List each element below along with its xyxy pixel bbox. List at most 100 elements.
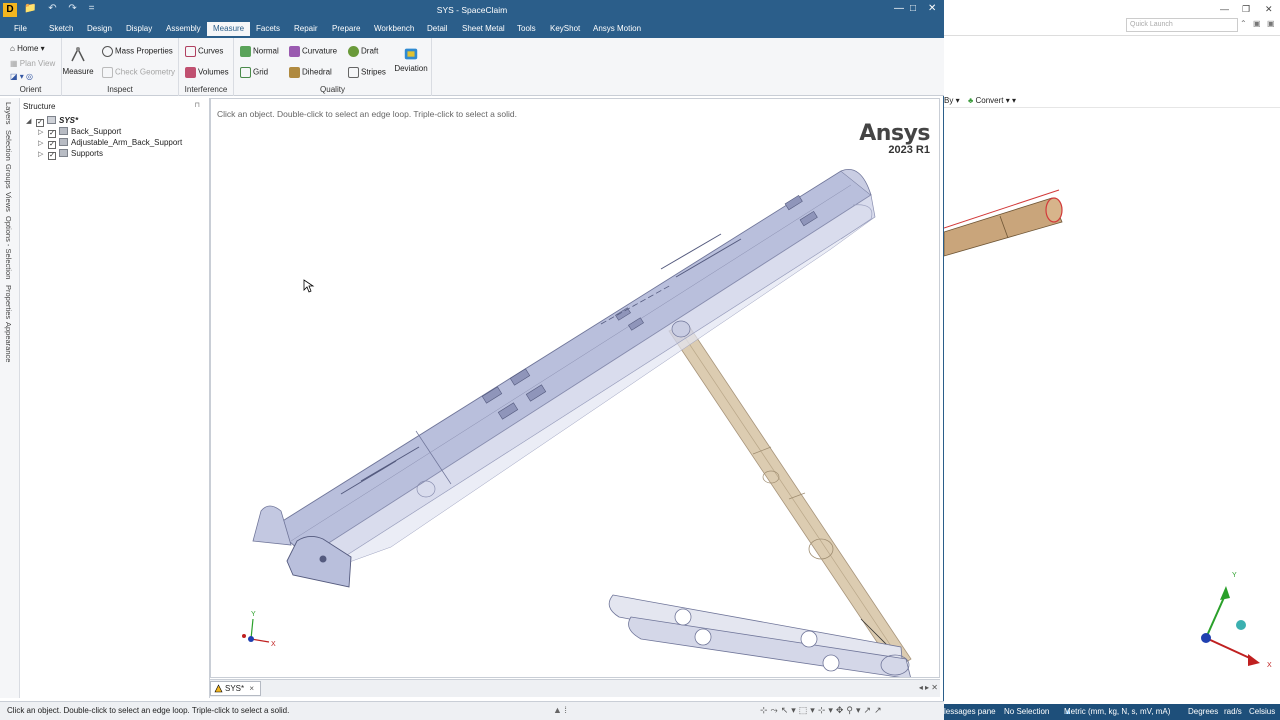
- close-icon[interactable]: ✕: [928, 3, 936, 14]
- volumes-icon: [185, 67, 196, 78]
- curves-button[interactable]: Curves: [185, 46, 223, 57]
- model-render[interactable]: Y X: [211, 99, 940, 678]
- convert-icon: ♣: [968, 96, 974, 105]
- tree-item-adjustable-arm[interactable]: ▷ ✓ Adjustable_Arm_Back_Support: [38, 137, 182, 149]
- tab-keyshot[interactable]: KeyShot: [550, 24, 580, 33]
- normal-label: Normal: [253, 46, 279, 56]
- tab-views[interactable]: Views: [4, 192, 13, 212]
- home-label: Home: [17, 44, 39, 53]
- minimize-icon[interactable]: —: [1220, 4, 1229, 14]
- messages-pane-link[interactable]: lessages pane: [944, 704, 996, 720]
- draft-button[interactable]: Draft: [348, 46, 378, 57]
- tab-repair[interactable]: Repair: [294, 24, 318, 33]
- component-icon: [59, 149, 68, 157]
- by-label[interactable]: By ▾: [944, 96, 960, 105]
- document-tab-label: SYS*: [225, 684, 245, 693]
- tab-detail[interactable]: Detail: [427, 24, 447, 33]
- pin-icon[interactable]: ⊓: [195, 101, 200, 109]
- tab-layers[interactable]: Layers: [4, 102, 13, 125]
- tab-display[interactable]: Display: [126, 24, 152, 33]
- tree-root-sys[interactable]: ◢ ✓ SYS*: [26, 115, 78, 127]
- tab-navigation[interactable]: ◂ ▸ ✕: [919, 683, 938, 692]
- window-title: SYS - SpaceClaim: [436, 5, 508, 15]
- grid-button[interactable]: Grid: [240, 67, 268, 78]
- tab-selection[interactable]: Selection: [4, 130, 13, 161]
- interference-group: Curves Volumes Interference: [179, 38, 234, 96]
- structure-panel: Structure ⊓ ◢ ✓ SYS* ▷ ✓ Back_Support ▷ ✓ Adju…: [20, 98, 210, 698]
- design-viewport[interactable]: Y X Click an object. Double-click to sel…: [210, 98, 940, 678]
- maximize-icon[interactable]: ❐: [1242, 4, 1250, 15]
- tab-measure[interactable]: Measure: [207, 22, 251, 36]
- chevron-up-icon[interactable]: ⌃: [1240, 19, 1247, 28]
- brand-logo-text: Ansys: [859, 121, 930, 146]
- view-cube-button[interactable]: ◪ ▾ ◎: [10, 72, 33, 81]
- tree-item-back-support[interactable]: ▷ ✓ Back_Support: [38, 126, 121, 138]
- speed-units[interactable]: rad/s: [1224, 704, 1242, 720]
- curves-icon: [185, 46, 196, 57]
- tab-ansys-motion[interactable]: Ansys Motion: [593, 24, 641, 33]
- close-tab-icon[interactable]: ×: [249, 684, 254, 693]
- mass-properties-icon: [102, 46, 113, 57]
- minimize-icon[interactable]: —: [894, 3, 904, 14]
- dihedral-button[interactable]: Dihedral: [289, 67, 332, 78]
- background-part-rod: [944, 189, 1063, 257]
- back-support-part[interactable]: [252, 169, 876, 588]
- quality-group-label: Quality: [320, 85, 345, 94]
- tab-facets[interactable]: Facets: [256, 24, 280, 33]
- tab-sketch[interactable]: Sketch: [49, 24, 73, 33]
- tab-workbench[interactable]: Workbench: [374, 24, 414, 33]
- status-tools-left[interactable]: ▲ ⁞: [553, 705, 567, 715]
- home-button[interactable]: ⌂ Home ▾: [10, 44, 45, 53]
- structure-title: Structure: [23, 102, 56, 111]
- volumes-label: Volumes: [198, 67, 229, 77]
- check-geometry-button[interactable]: Check Geometry: [102, 67, 175, 78]
- home-icon: ⌂: [10, 44, 15, 53]
- check-geometry-label: Check Geometry: [115, 67, 176, 77]
- side-tab-strip: Layers Selection Groups Views Options - …: [0, 98, 20, 698]
- measure-icon: [71, 47, 85, 62]
- tab-file[interactable]: File: [14, 24, 27, 33]
- collapse-icon[interactable]: ◢: [26, 116, 36, 127]
- mass-properties-label: Mass Properties: [115, 46, 173, 56]
- document-tab-sys[interactable]: SYS* ×: [210, 681, 262, 696]
- viewport-triad-x-label: X: [271, 641, 276, 648]
- tab-assembly[interactable]: Assembly: [166, 24, 201, 33]
- tab-groups[interactable]: Groups: [4, 164, 13, 189]
- plan-view-button[interactable]: ▦ Plan View: [10, 59, 55, 68]
- tab-design[interactable]: Design: [87, 24, 112, 33]
- status-select-tools[interactable]: ⊹⤳↖▾⬚▾⊹▾✥⚲▾↗↗: [760, 705, 885, 716]
- interference-group-label: Interference: [184, 85, 228, 94]
- tab-options-selection[interactable]: Options - Selection: [4, 216, 13, 279]
- background-status-bar: lessages pane No Selection ▲ Metric (mm,…: [944, 704, 1280, 720]
- visibility-checkbox[interactable]: ✓: [48, 152, 56, 160]
- ribbon-tabs: File Sketch Design Display Assembly Meas…: [0, 21, 944, 38]
- expand-icon[interactable]: ▷: [38, 149, 48, 160]
- quick-launch-input[interactable]: Quick Launch: [1126, 18, 1238, 32]
- orient-group-label: Orient: [19, 85, 42, 94]
- close-icon[interactable]: ✕: [1265, 4, 1273, 15]
- volumes-button[interactable]: Volumes: [185, 67, 229, 78]
- maximize-icon[interactable]: □: [910, 3, 916, 14]
- settings-icon[interactable]: ▣: [1267, 19, 1275, 28]
- stripes-button[interactable]: Stripes: [348, 67, 386, 78]
- tab-prepare[interactable]: Prepare: [332, 24, 360, 33]
- tab-appearance[interactable]: Appearance: [4, 322, 13, 362]
- temperature-units[interactable]: Celsius: [1249, 704, 1275, 720]
- title-bar: D 📁 ↶ ↷ = SYS - SpaceClaim — □ ✕: [0, 0, 944, 21]
- deviation-button[interactable]: Deviation: [394, 46, 428, 73]
- curves-label: Curves: [198, 46, 224, 56]
- curvature-button[interactable]: Curvature: [289, 46, 337, 57]
- tab-tools[interactable]: Tools: [517, 24, 536, 33]
- by-text: By: [944, 96, 954, 105]
- tab-sheet-metal[interactable]: Sheet Metal: [462, 24, 505, 33]
- mass-properties-button[interactable]: Mass Properties: [102, 46, 173, 57]
- angle-units[interactable]: Degrees: [1188, 704, 1218, 720]
- background-triad-x-label: X: [1267, 662, 1272, 669]
- normal-button[interactable]: Normal: [240, 46, 279, 57]
- background-triad-y-label: Y: [1232, 572, 1237, 579]
- help-icon[interactable]: ▣: [1253, 19, 1261, 28]
- convert-button[interactable]: ♣ Convert ▾ ▾: [968, 96, 1016, 105]
- tab-properties[interactable]: Properties: [4, 285, 13, 319]
- measure-button[interactable]: Measure: [62, 46, 94, 76]
- tree-item-supports[interactable]: ▷ ✓ Supports: [38, 148, 103, 160]
